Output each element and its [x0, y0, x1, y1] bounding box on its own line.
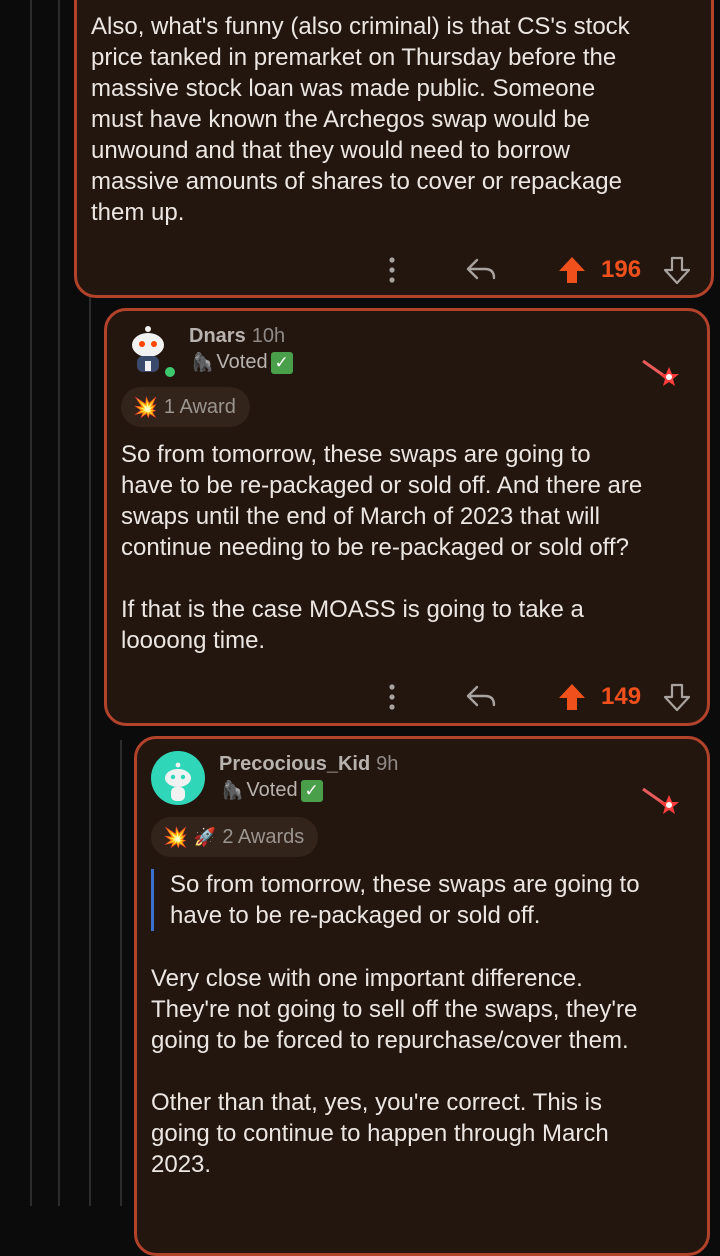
comment-body: Also, what's funny (also criminal) is th…: [91, 11, 701, 228]
reply-icon: [466, 258, 496, 280]
snoo-avatar-icon: [165, 762, 191, 801]
awards-label: 1 Award: [163, 395, 236, 418]
gorilla-flair-icon: 🦍: [191, 352, 214, 372]
comment-card: Also, what's funny (also criminal) is th…: [74, 0, 714, 298]
award-icon[interactable]: [641, 785, 681, 822]
downvote-button[interactable]: [663, 677, 693, 717]
vote-score: 196: [601, 256, 642, 283]
avatar[interactable]: [151, 751, 205, 805]
user-flair: 🦍 Voted ✓: [221, 779, 323, 802]
flair-text: Voted: [216, 351, 268, 373]
upvote-icon: [559, 684, 585, 710]
vote-score: 149: [601, 683, 642, 710]
downvote-icon: [663, 256, 691, 285]
comment-paragraph: If that is the case MOASS is going to ta…: [121, 596, 584, 654]
more-options-button[interactable]: [379, 677, 405, 717]
thread-line-1: [30, 0, 32, 1206]
gorilla-flair-icon: 🦍: [221, 780, 244, 800]
upvote-button[interactable]: [557, 677, 589, 717]
reply-button[interactable]: [465, 250, 501, 290]
awards-pill[interactable]: 💥 🚀 2 Awards: [151, 817, 319, 857]
awards-label: 2 Awards: [222, 825, 305, 848]
comment-paragraph: Also, what's funny (also criminal) is th…: [91, 13, 630, 226]
online-indicator: [163, 365, 177, 379]
comment-card: Dnars 10h 🦍 Voted ✓ 💥 1 Award So from tom…: [104, 308, 710, 726]
reply-icon: [466, 685, 496, 707]
comment-card: Precocious_Kid 9h 🦍 Voted ✓ 💥 🚀 2 Awards …: [134, 736, 710, 1256]
more-vertical-icon: [389, 257, 395, 283]
quoted-text: So from tomorrow, these swaps are going …: [151, 869, 710, 931]
username[interactable]: Dnars 10h: [189, 325, 285, 348]
upvote-button[interactable]: [557, 250, 589, 290]
comment-age: 10h: [251, 325, 286, 347]
user-flair: 🦍 Voted ✓: [191, 351, 293, 374]
award-icon: 💥: [133, 396, 158, 419]
upvote-icon: [559, 257, 585, 283]
award-icon[interactable]: [641, 357, 681, 394]
thread-line-2: [58, 0, 60, 1206]
award-icon: [642, 359, 679, 386]
comment-actions: 196: [77, 250, 717, 290]
username[interactable]: Precocious_Kid 9h: [219, 753, 398, 776]
quote-paragraph: So from tomorrow, these swaps are going …: [170, 871, 640, 929]
comment-body: So from tomorrow, these swaps are going …: [121, 439, 701, 656]
downvote-button[interactable]: [663, 250, 693, 290]
thread-line-4: [120, 740, 122, 1206]
comment-paragraph: Other than that, yes, you're correct. Th…: [151, 1089, 609, 1178]
comment-actions: 149: [107, 677, 713, 717]
award-icon: [642, 787, 679, 814]
checkmark-icon: ✓: [300, 779, 323, 802]
rocket-award-icon: 🚀: [193, 826, 217, 847]
comment-paragraph: Very close with one important difference…: [151, 965, 638, 1054]
flair-text: Voted: [246, 779, 298, 801]
more-vertical-icon: [389, 684, 395, 710]
username-text[interactable]: Precocious_Kid: [219, 753, 370, 775]
downvote-icon: [663, 683, 691, 712]
comment-body: Very close with one important difference…: [151, 963, 701, 1180]
award-icon: 💥: [163, 826, 188, 849]
comment-paragraph: So from tomorrow, these swaps are going …: [121, 441, 643, 561]
reply-button[interactable]: [465, 677, 501, 717]
username-text[interactable]: Dnars: [189, 325, 246, 347]
comment-age: 9h: [376, 753, 399, 775]
awards-pill[interactable]: 💥 1 Award: [121, 387, 250, 427]
checkmark-icon: ✓: [270, 351, 293, 374]
more-options-button[interactable]: [379, 250, 405, 290]
